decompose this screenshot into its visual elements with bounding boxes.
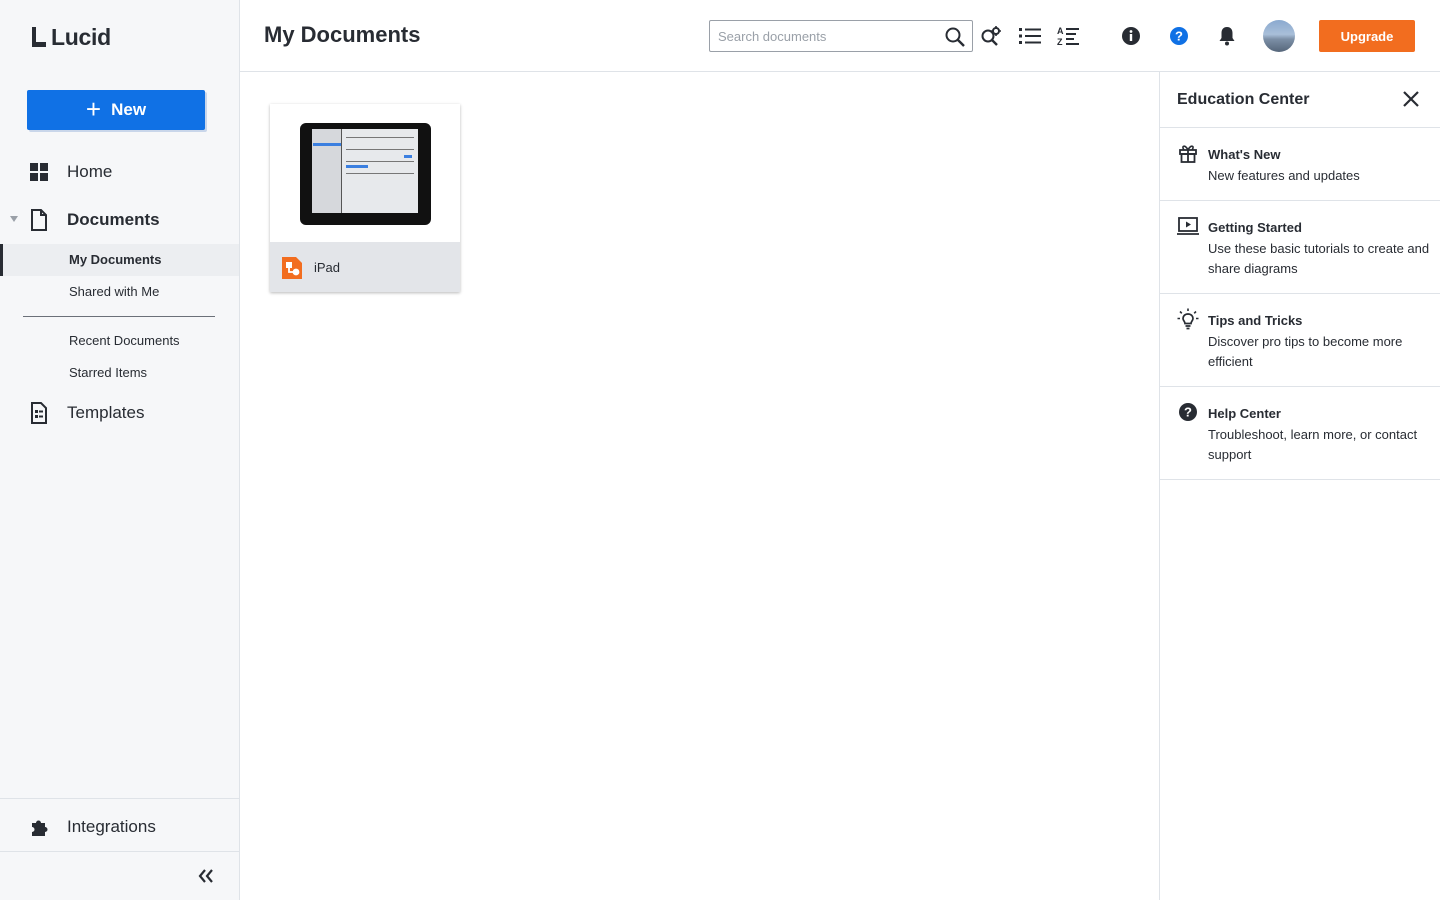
- top-header: My Documents A Z: [240, 0, 1440, 72]
- sidebar-subitem-label: Shared with Me: [69, 284, 160, 299]
- svg-text:?: ?: [1175, 29, 1183, 44]
- sidebar-item-label: Home: [67, 162, 113, 181]
- document-card-footer: iPad: [270, 242, 460, 292]
- question-circle-icon: ?: [1177, 401, 1199, 423]
- close-icon: [1403, 91, 1419, 107]
- lucid-logo-icon: [32, 27, 46, 47]
- upgrade-button[interactable]: Upgrade: [1319, 20, 1415, 52]
- new-button-label: New: [111, 100, 147, 119]
- svg-text:?: ?: [1184, 405, 1192, 420]
- sidebar-item-starred-items[interactable]: Starred Items: [0, 357, 239, 389]
- lucidchart-icon: [282, 257, 302, 279]
- video-tutorial-icon: [1177, 215, 1199, 237]
- sidebar-subitem-label: Starred Items: [69, 365, 148, 380]
- education-center-panel: Education Center What's New New features…: [1159, 72, 1440, 900]
- lightbulb-icon: [1177, 308, 1199, 330]
- education-item-description: Troubleshoot, learn more, or contact sup…: [1208, 427, 1418, 462]
- education-item-whats-new[interactable]: What's New New features and updates: [1160, 128, 1440, 201]
- education-item-title: What's New: [1208, 147, 1281, 162]
- education-item-tips-and-tricks[interactable]: Tips and Tricks Discover pro tips to bec…: [1160, 294, 1440, 387]
- lucid-logo[interactable]: Lucid: [30, 24, 111, 50]
- sidebar-item-templates[interactable]: Templates: [0, 401, 239, 425]
- sidebar-divider: [0, 851, 239, 852]
- education-item-description: Discover pro tips to become more efficie…: [1208, 334, 1403, 369]
- info-icon[interactable]: [1119, 24, 1143, 48]
- sidebar-subitem-label: Recent Documents: [69, 333, 180, 348]
- sidebar-item-label: Integrations: [67, 817, 156, 836]
- document-card[interactable]: iPad: [270, 104, 460, 292]
- panel-title: Education Center: [1177, 91, 1310, 108]
- sidebar: Lucid + New Home Documents My Documents …: [0, 0, 240, 900]
- sidebar-item-label: Templates: [67, 403, 145, 422]
- sort-az-icon[interactable]: A Z: [1056, 24, 1080, 48]
- education-item-title: Getting Started: [1208, 220, 1302, 235]
- close-button[interactable]: [1400, 88, 1422, 110]
- page-title: My Documents: [264, 22, 421, 47]
- new-button[interactable]: + New: [27, 90, 205, 130]
- sidebar-item-home[interactable]: Home: [0, 160, 239, 184]
- search-box[interactable]: [709, 20, 973, 52]
- document-thumbnail: [270, 104, 460, 242]
- sidebar-item-recent-documents[interactable]: Recent Documents: [0, 325, 239, 357]
- grid-icon: [29, 162, 49, 182]
- sidebar-item-shared-with-me[interactable]: Shared with Me: [0, 276, 239, 308]
- document-icon: [29, 209, 49, 231]
- education-item-getting-started[interactable]: Getting Started Use these basic tutorial…: [1160, 201, 1440, 294]
- education-item-description: New features and updates: [1208, 168, 1360, 183]
- document-name: iPad: [314, 260, 341, 275]
- sidebar-divider: [0, 798, 239, 799]
- education-item-title: Tips and Tricks: [1208, 313, 1303, 328]
- svg-text:Z: Z: [1057, 37, 1063, 47]
- advanced-search-icon[interactable]: [979, 24, 1003, 48]
- ipad-thumbnail-image: [300, 123, 431, 225]
- templates-icon: [29, 402, 49, 424]
- collapse-sidebar-button[interactable]: [194, 864, 218, 888]
- puzzle-icon: [29, 817, 49, 837]
- education-item-description: Use these basic tutorials to create and …: [1208, 241, 1430, 276]
- sidebar-subitem-label: My Documents: [69, 252, 162, 267]
- double-chevron-left-icon: [198, 869, 213, 883]
- education-item-help-center[interactable]: ? Help Center Troubleshoot, learn more, …: [1160, 387, 1440, 480]
- caret-down-icon[interactable]: [10, 216, 18, 222]
- svg-text:A: A: [1057, 26, 1064, 36]
- search-icon[interactable]: [944, 26, 966, 48]
- search-input[interactable]: [718, 27, 938, 45]
- plus-icon: +: [85, 93, 102, 124]
- help-icon[interactable]: ?: [1167, 24, 1191, 48]
- list-view-icon[interactable]: [1018, 24, 1042, 48]
- logo-text: Lucid: [51, 23, 111, 50]
- sidebar-item-label: Documents: [67, 210, 160, 229]
- sidebar-item-documents[interactable]: Documents: [0, 208, 239, 232]
- sidebar-divider: [23, 316, 215, 317]
- bell-icon[interactable]: [1215, 24, 1239, 48]
- education-item-title: Help Center: [1208, 406, 1281, 421]
- gift-icon: [1177, 142, 1199, 164]
- sidebar-item-integrations[interactable]: Integrations: [0, 815, 239, 839]
- avatar[interactable]: [1263, 20, 1295, 52]
- sidebar-item-my-documents[interactable]: My Documents: [0, 244, 239, 276]
- education-center-header: Education Center: [1160, 72, 1440, 128]
